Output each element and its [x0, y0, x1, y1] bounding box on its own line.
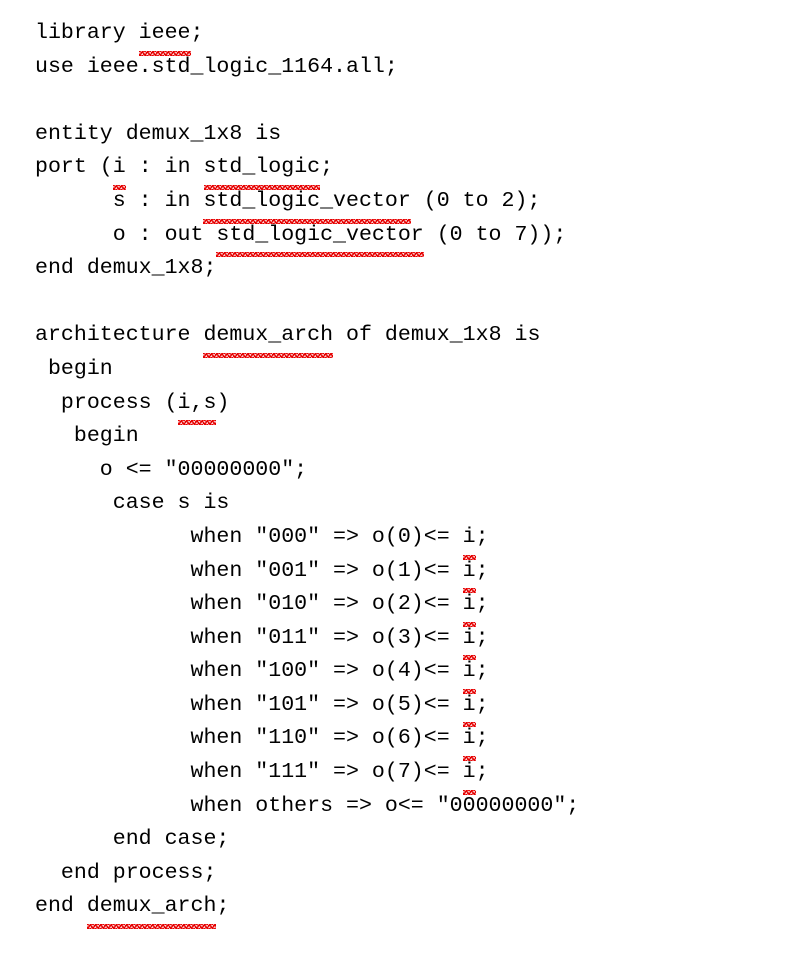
- code-line: begin: [35, 356, 113, 381]
- code-line: ​: [35, 84, 579, 118]
- spellcheck-underline: i: [462, 756, 476, 795]
- code-line: end demux_1x8;: [35, 256, 217, 281]
- spellcheck-underline: i: [112, 151, 126, 190]
- code-line: when "111" => o(7)<= i;: [35, 756, 579, 795]
- spellcheck-underline: i: [462, 689, 476, 728]
- code-line: library ieee;: [35, 17, 579, 56]
- spellcheck-underline: ieee: [138, 17, 191, 56]
- code-line: when others => o<= "00000000";: [35, 793, 580, 818]
- spellcheck-underline: i: [462, 521, 476, 560]
- spellcheck-underline: i,s: [177, 387, 216, 425]
- code-line: end case;: [35, 827, 230, 852]
- code-line: end demux_arch;: [35, 890, 579, 929]
- spellcheck-underline: i: [462, 588, 476, 627]
- code-line: when "100" => o(4)<= i;: [35, 655, 579, 694]
- code-line: when "010" => o(2)<= i;: [35, 588, 579, 627]
- code-line: ​: [35, 286, 579, 320]
- code-line: o <= "00000000";: [35, 457, 308, 482]
- code-line: case s is: [35, 491, 230, 516]
- code-line: end process;: [35, 860, 217, 885]
- code-line: process (i,s): [35, 387, 579, 425]
- spellcheck-underline: demux_arch: [86, 890, 216, 929]
- code-line: architecture demux_arch of demux_1x8 is: [35, 319, 579, 358]
- code-listing[interactable]: library ieee; use ieee.std_logic_1164.all…: [35, 17, 580, 929]
- spellcheck-underline: demux_arch: [203, 319, 333, 358]
- spellcheck-underline: i: [462, 722, 476, 761]
- spellcheck-underline: std_logic_vector: [216, 219, 425, 257]
- code-line: port (i : in std_logic;: [35, 151, 579, 190]
- spellcheck-underline: std_logic_vector: [203, 185, 412, 224]
- spellcheck-underline: std_logic: [203, 151, 320, 190]
- code-line: use ieee.std_logic_1164.all;: [35, 54, 398, 79]
- code-line: s : in std_logic_vector (0 to 2);: [35, 185, 579, 224]
- code-line: when "000" => o(0)<= i;: [35, 521, 579, 560]
- spellcheck-underline: i: [462, 555, 476, 593]
- code-line: begin: [35, 424, 139, 449]
- spellcheck-underline: i: [462, 655, 476, 694]
- code-line: when "101" => o(5)<= i;: [35, 689, 579, 728]
- code-line: entity demux_1x8 is: [35, 121, 282, 146]
- code-line: when "110" => o(6)<= i;: [35, 722, 579, 761]
- spellcheck-underline: i: [462, 622, 476, 660]
- code-line: o : out std_logic_vector (0 to 7));: [35, 219, 579, 257]
- code-document: library ieee; use ieee.std_logic_1164.all…: [0, 0, 794, 966]
- code-line: when "001" => o(1)<= i;: [35, 555, 579, 593]
- code-line: when "011" => o(3)<= i;: [35, 622, 579, 660]
